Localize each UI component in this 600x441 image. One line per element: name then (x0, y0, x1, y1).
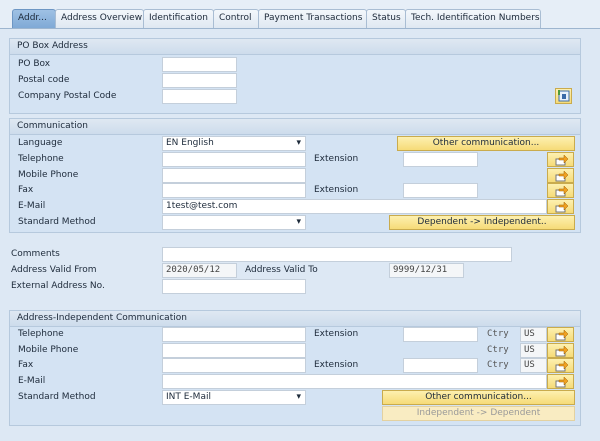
fax-extension-input[interactable] (403, 183, 478, 198)
external-address-no-label: External Address No. (11, 281, 105, 291)
ind-fax-label: Fax (18, 360, 34, 370)
fax-label: Fax (18, 185, 34, 195)
detail-button[interactable] (555, 88, 572, 104)
ind-email-label: E-Mail (18, 376, 46, 386)
telephone-input[interactable] (162, 152, 306, 167)
forward-icon (555, 201, 568, 213)
tab-identification[interactable]: Identification (143, 9, 214, 28)
company-postal-code-input[interactable] (162, 89, 237, 104)
ind-fax-more-button[interactable] (547, 358, 574, 373)
telephone-country-input[interactable]: US (520, 327, 547, 342)
forward-icon (555, 185, 568, 197)
dependent-to-independent-button[interactable]: Dependent -> Independent.. (389, 215, 575, 230)
forward-icon (555, 329, 568, 341)
email-more-button[interactable] (547, 199, 574, 214)
independent-to-dependent-button: Independent -> Dependent (382, 406, 575, 421)
forward-icon (555, 154, 568, 166)
mobile-phone-input[interactable] (162, 168, 306, 183)
ind-mobile-input[interactable] (162, 343, 306, 358)
postal-code-label: Postal code (18, 75, 70, 85)
forward-icon (555, 345, 568, 357)
ind-telephone-more-button[interactable] (547, 327, 574, 342)
tab-control[interactable]: Control (213, 9, 259, 28)
language-select[interactable]: EN English (162, 136, 306, 151)
extension-label: Extension (314, 185, 359, 195)
tab-address[interactable]: Addr... (12, 9, 56, 28)
postal-code-input[interactable] (162, 73, 237, 88)
fax-input[interactable] (162, 183, 306, 198)
language-label: Language (18, 138, 63, 148)
country-label: Ctry (487, 345, 509, 355)
ind-standard-method-label: Standard Method (18, 392, 96, 402)
telephone-label: Telephone (18, 154, 64, 164)
tab-tech-identification-numbers[interactable]: Tech. Identification Numbers (405, 9, 541, 28)
ind-mobile-more-button[interactable] (547, 343, 574, 358)
external-address-no-input[interactable] (162, 279, 306, 294)
valid-from-input[interactable]: 2020/05/12 (162, 263, 237, 278)
tab-status[interactable]: Status (366, 9, 406, 28)
ind-telephone-extension-input[interactable] (403, 327, 478, 342)
group-title: Communication (10, 119, 580, 135)
group-title: Address-Independent Communication (10, 311, 580, 327)
ind-other-communication-button[interactable]: Other communication... (382, 390, 575, 405)
extension-label: Extension (314, 360, 359, 370)
ind-fax-input[interactable] (162, 358, 306, 373)
extension-label: Extension (314, 154, 359, 164)
tab-payment-transactions[interactable]: Payment Transactions (258, 9, 367, 28)
ind-mobile-label: Mobile Phone (18, 345, 79, 355)
email-input[interactable]: 1test@test.com (162, 199, 547, 214)
mobile-country-input[interactable]: US (520, 343, 547, 358)
forward-icon (555, 360, 568, 372)
country-label: Ctry (487, 360, 509, 370)
comments-label: Comments (11, 249, 60, 259)
valid-to-input[interactable]: 9999/12/31 (389, 263, 464, 278)
mobile-phone-label: Mobile Phone (18, 170, 79, 180)
standard-method-select[interactable] (162, 215, 306, 230)
telephone-more-button[interactable] (547, 152, 574, 167)
country-label: Ctry (487, 329, 509, 339)
forward-icon (555, 170, 568, 182)
comments-input[interactable] (162, 247, 512, 262)
standard-method-label: Standard Method (18, 217, 96, 227)
email-label: E-Mail (18, 201, 46, 211)
ind-fax-extension-input[interactable] (403, 358, 478, 373)
valid-to-label: Address Valid To (245, 265, 318, 275)
other-communication-button[interactable]: Other communication... (397, 136, 575, 151)
mobile-more-button[interactable] (547, 168, 574, 183)
telephone-extension-input[interactable] (403, 152, 478, 167)
ind-telephone-input[interactable] (162, 327, 306, 342)
tab-bar: Addr... Address Overview Identification … (0, 0, 600, 29)
fax-country-input[interactable]: US (520, 358, 547, 373)
company-postal-code-label: Company Postal Code (18, 91, 117, 101)
ind-email-input[interactable] (162, 374, 547, 389)
group-title: PO Box Address (10, 39, 580, 55)
document-icon (558, 90, 570, 102)
ind-standard-method-select[interactable]: INT E-Mail (162, 390, 306, 405)
ind-email-more-button[interactable] (547, 374, 574, 389)
po-box-label: PO Box (18, 59, 51, 69)
extension-label: Extension (314, 329, 359, 339)
valid-from-label: Address Valid From (11, 265, 97, 275)
forward-icon (555, 376, 568, 388)
tab-address-overview[interactable]: Address Overview (55, 9, 144, 28)
ind-telephone-label: Telephone (18, 329, 64, 339)
fax-more-button[interactable] (547, 183, 574, 198)
po-box-input[interactable] (162, 57, 237, 72)
